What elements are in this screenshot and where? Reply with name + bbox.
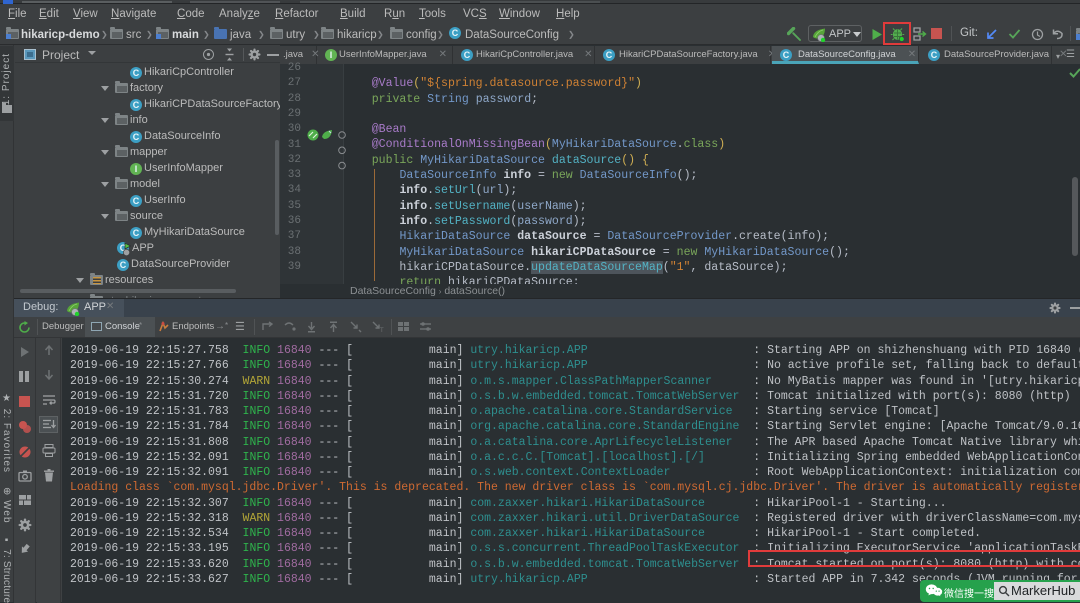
svg-text:T: T bbox=[380, 328, 384, 333]
